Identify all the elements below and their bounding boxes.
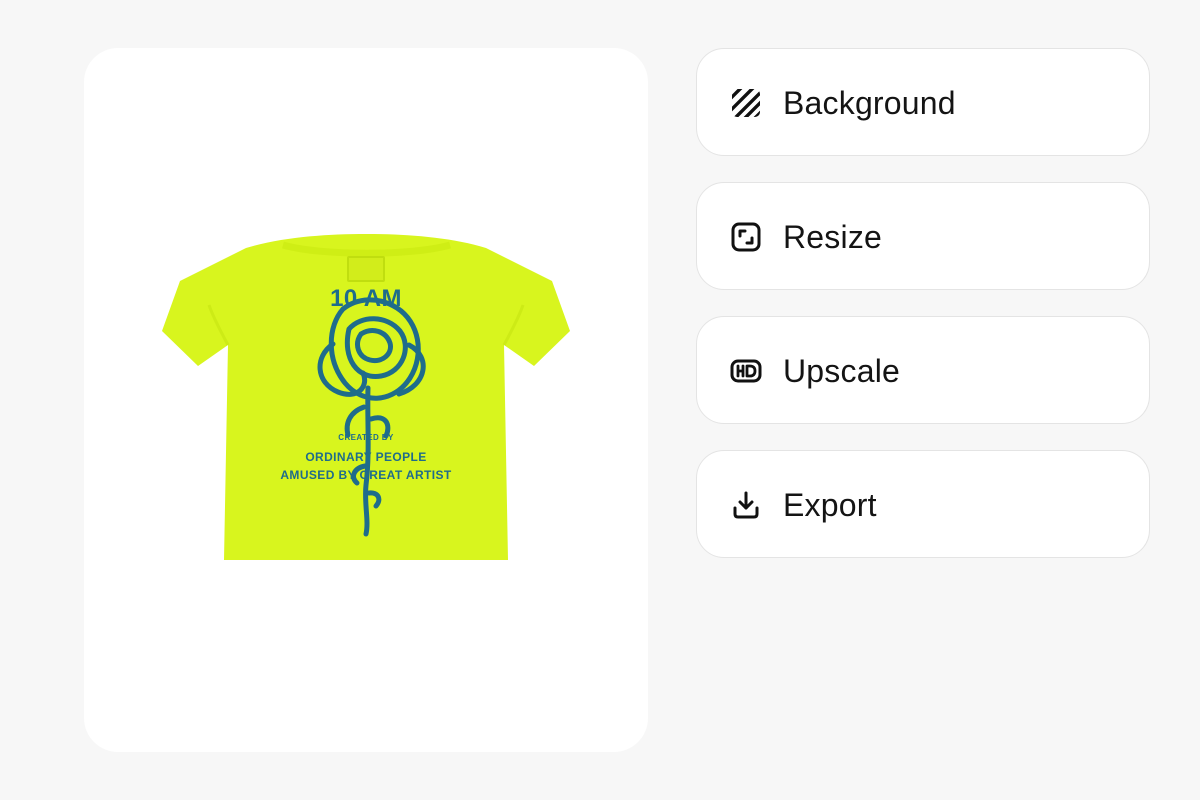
image-editor-screen: 10 AM CREATED BY ORDINARY PEOPLE AMUSED … [0, 0, 1200, 800]
hd-badge-icon [730, 359, 762, 383]
print-created-by: CREATED BY [338, 433, 394, 442]
export-button[interactable]: Export [696, 450, 1150, 558]
resize-label: Resize [783, 219, 883, 255]
resize-frame-icon [731, 222, 761, 252]
print-line-1: ORDINARY PEOPLE [305, 450, 426, 464]
edit-actions-panel: Background Resize Upscale Export [696, 48, 1152, 584]
download-icon [733, 491, 759, 519]
neck-label-patch [347, 256, 385, 282]
tshirt-product-image: 10 AM CREATED BY ORDINARY PEOPLE AMUSED … [162, 234, 570, 560]
background-label: Background [783, 85, 956, 121]
upscale-label: Upscale [783, 353, 901, 389]
print-line-2: AMUSED BY GREAT ARTIST [280, 468, 452, 482]
export-label: Export [783, 487, 877, 523]
resize-button[interactable]: Resize [696, 182, 1150, 290]
background-button[interactable]: Background [696, 48, 1150, 156]
striped-square-icon [732, 89, 760, 117]
product-preview-card: 10 AM CREATED BY ORDINARY PEOPLE AMUSED … [84, 48, 648, 752]
upscale-button[interactable]: Upscale [696, 316, 1150, 424]
